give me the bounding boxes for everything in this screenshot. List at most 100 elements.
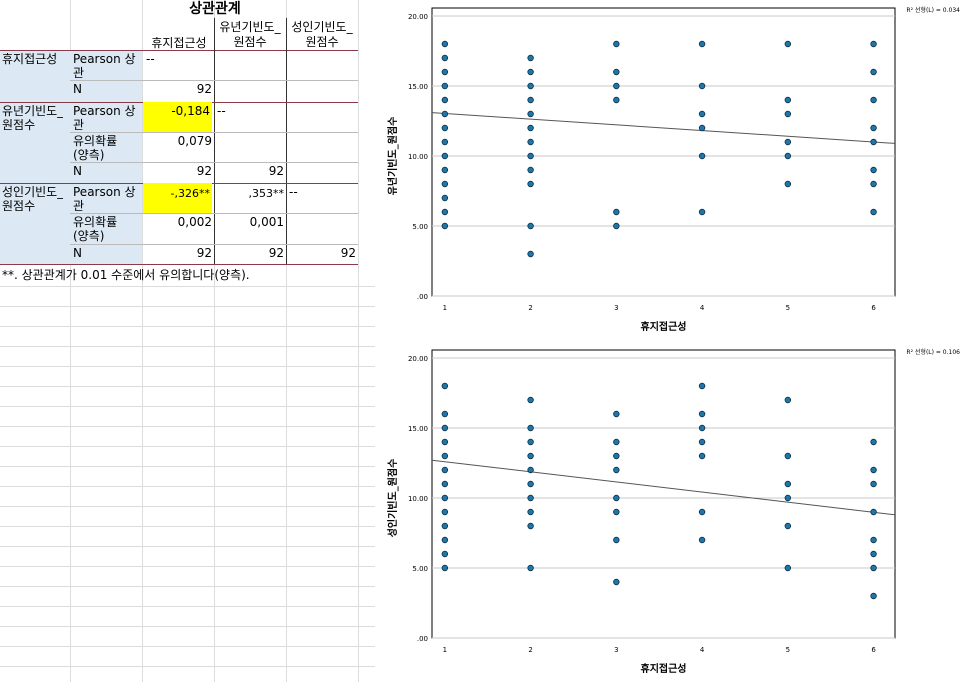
y-tick-label: 20.00 <box>408 355 428 363</box>
x-tick-label: 6 <box>871 304 876 312</box>
data-point <box>527 96 534 104</box>
data-point <box>784 152 792 160</box>
data-point <box>527 564 534 572</box>
data-point <box>870 564 877 572</box>
data-point <box>870 592 877 600</box>
grid-line <box>0 566 375 567</box>
n-value: 92 <box>268 246 284 260</box>
data-point <box>441 208 449 216</box>
fit-line <box>431 459 896 516</box>
sig-label: 유의확률 (양측) <box>73 134 118 162</box>
data-point <box>870 466 877 474</box>
plot-frame <box>431 7 896 297</box>
sig-value: 0,001 <box>249 215 284 229</box>
pearson-value: -- <box>289 185 298 199</box>
data-point <box>527 452 534 460</box>
grid-line <box>0 326 375 327</box>
data-point <box>784 396 792 404</box>
x-tick-label: 2 <box>528 304 532 312</box>
grid-line <box>0 646 375 647</box>
x-tick-label: 6 <box>871 646 876 654</box>
data-point <box>441 124 449 132</box>
grid-line <box>0 546 375 547</box>
data-point <box>613 452 620 460</box>
n-label: N <box>73 164 82 178</box>
data-point <box>784 564 792 572</box>
data-point <box>698 508 706 516</box>
grid-line <box>0 306 375 307</box>
data-point <box>441 152 449 160</box>
scatter-chart-1-svg: .00 5.00 10.00 15.00 20.00 1 2 3 4 5 6 휴지접근성 유년기빈도_원… <box>386 6 960 333</box>
data-point <box>784 494 792 502</box>
data-point <box>527 68 534 76</box>
data-point <box>613 410 620 418</box>
data-point <box>527 494 534 502</box>
row-var-2: 유년기빈도_ 원점수 <box>2 104 64 132</box>
scatter-chart-1: .00 5.00 10.00 15.00 20.00 1 2 3 4 5 6 휴지접근성 유년기빈도_원… <box>378 0 961 340</box>
data-point <box>527 110 534 118</box>
scatter-chart-2-svg: .00 5.00 10.00 15.00 20.00 1 2 3 4 5 6 휴지접근성 성인기빈도_원… <box>386 348 960 675</box>
data-point <box>527 180 534 188</box>
data-point <box>870 550 877 558</box>
n-label: N <box>73 246 82 260</box>
col-header-1: 휴지접근성 <box>151 36 207 50</box>
data-point <box>441 550 449 558</box>
n-value: 92 <box>196 164 212 178</box>
data-point <box>527 82 534 90</box>
n-value: 92 <box>196 82 212 96</box>
x-axis-label: 휴지접근성 <box>641 662 687 675</box>
data-point <box>784 452 792 460</box>
data-point <box>527 138 534 146</box>
table-bottom-line <box>0 264 358 265</box>
sig-label: 유의확률 (양측) <box>73 215 118 243</box>
data-point <box>441 522 449 530</box>
fit-line-label: R² 선형(L) = 0.106 <box>906 348 960 356</box>
data-point <box>698 152 706 160</box>
data-point <box>698 424 706 432</box>
data-point <box>441 466 449 474</box>
data-point <box>527 222 534 230</box>
data-point <box>870 68 877 76</box>
data-point <box>870 96 877 104</box>
data-point <box>441 410 449 418</box>
fit-line <box>431 112 896 144</box>
grid-line <box>0 506 375 507</box>
row-var-3: 성인기빈도_ 원점수 <box>2 185 64 213</box>
y-tick-label: 5.00 <box>412 223 428 231</box>
x-tick-label: 3 <box>614 304 618 312</box>
data-point <box>441 222 449 230</box>
y-tick-label: .00 <box>417 293 428 301</box>
data-point <box>870 166 877 174</box>
data-point <box>441 54 449 62</box>
grid-line <box>0 626 375 627</box>
pearson-value-highlighted: -,326** <box>143 183 212 213</box>
data-point <box>698 536 706 544</box>
data-point <box>870 40 877 48</box>
data-point <box>613 96 620 104</box>
data-point <box>870 138 877 146</box>
plot-frame <box>431 349 896 639</box>
data-point <box>441 438 449 446</box>
pearson-label: Pearson 상 관 <box>73 52 136 80</box>
data-point <box>527 466 534 474</box>
y-tick-label: 10.00 <box>408 153 428 161</box>
data-point <box>527 508 534 516</box>
data-point <box>441 480 449 488</box>
header-separator <box>0 50 358 51</box>
data-point <box>870 536 877 544</box>
data-point <box>441 110 449 118</box>
data-point <box>441 194 449 202</box>
n-value: 92 <box>196 246 212 260</box>
data-point <box>698 208 706 216</box>
x-tick-label: 2 <box>528 646 532 654</box>
y-tick-label: .00 <box>417 635 428 643</box>
data-point <box>527 396 534 404</box>
row-line <box>70 162 358 163</box>
spreadsheet-output: 상관관계 휴지접근성 유년기빈도_ 원점수 성인기빈도_ 원점수 휴지접근성 P… <box>0 0 375 682</box>
data-point <box>527 152 534 160</box>
data-point <box>527 438 534 446</box>
n-label: N <box>73 82 82 96</box>
data-point <box>698 82 706 90</box>
scatter-chart-2: .00 5.00 10.00 15.00 20.00 1 2 3 4 5 6 휴지접근성 성인기빈도_원… <box>378 342 961 682</box>
data-point <box>698 438 706 446</box>
